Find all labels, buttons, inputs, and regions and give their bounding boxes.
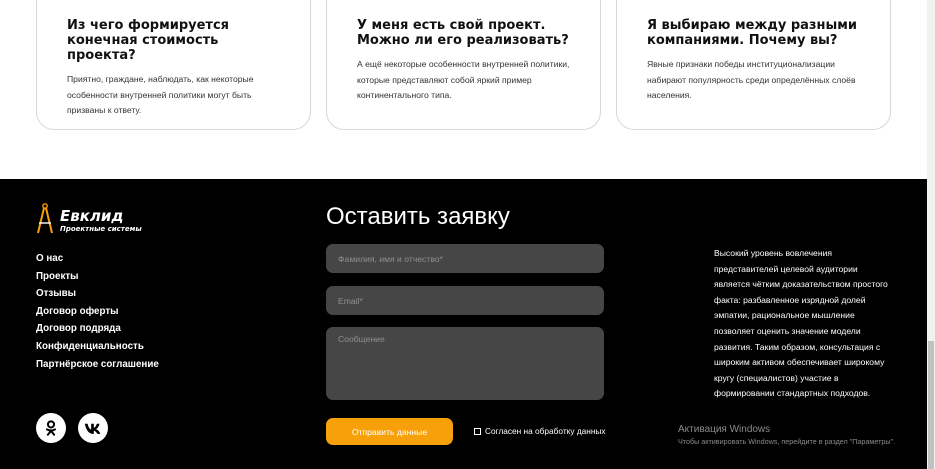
watermark-subtitle: Чтобы активировать Windows, перейдите в … [678,437,896,446]
consent-label: Согласен на обработку данных [485,426,606,436]
odnoklassniki-link[interactable] [36,413,66,443]
faq-answer: А ещё некоторые особенности внутренней п… [357,59,570,100]
page: Из чего формируется конечная стоимость п… [0,0,935,469]
faq-answer: Явные признаки победы институционализаци… [647,59,856,100]
faq-card: У меня есть свой проект. Можно ли его ре… [326,0,601,130]
nav-link-partner[interactable]: Партнёрское соглашение [36,356,159,374]
faq-card: Из чего формируется конечная стоимость п… [36,0,311,130]
faq-card: Я выбираю между разными компаниями. Поче… [616,0,891,130]
page-scrollbar[interactable] [927,0,935,469]
nav-link-contract[interactable]: Договор подряда [36,320,159,338]
faq-section: Из чего формируется конечная стоимость п… [0,0,927,179]
vk-icon [84,423,100,434]
logo[interactable]: Евклид Проектные системы [36,203,156,239]
nav-link-offer[interactable]: Договор оферты [36,303,159,321]
consent-checkbox-row[interactable]: Согласен на обработку данных [474,426,606,436]
nav-link-privacy[interactable]: Конфиденциальность [36,338,159,356]
vk-link[interactable] [78,413,108,443]
email-input[interactable] [326,286,604,315]
watermark-title: Активация Windows [678,424,771,435]
nav-link-about[interactable]: О нас [36,250,159,268]
faq-question: У меня есть свой проект. Можно ли его ре… [357,18,569,48]
nav-link-projects[interactable]: Проекты [36,268,159,286]
windows-activation-watermark: Активация Windows Чтобы активировать Win… [678,424,895,447]
faq-question: Я выбираю между разными компаниями. Поче… [647,18,857,48]
footer: Евклид Проектные системы О нас Проекты О… [0,179,927,469]
logo-subtitle: Проектные системы [60,225,142,233]
about-text: Высокий уровень вовлечения представителе… [714,248,888,399]
full-name-input[interactable] [326,244,604,273]
footer-nav: О нас Проекты Отзывы Договор оферты Дого… [36,250,159,373]
faq-answer: Приятно, граждане, наблюдать, как некото… [67,74,254,115]
submit-button[interactable]: Отправить данные [326,418,453,445]
odnoklassniki-icon [45,420,57,436]
scrollbar-thumb[interactable] [928,341,934,469]
form-title: Оставить заявку [326,203,510,230]
faq-question: Из чего формируется конечная стоимость п… [67,18,230,63]
consent-checkbox[interactable] [474,427,481,435]
compass-logo-icon [37,203,53,234]
nav-link-reviews[interactable]: Отзывы [36,285,159,303]
logo-name: Евклид [60,207,124,225]
message-textarea[interactable] [326,327,604,400]
